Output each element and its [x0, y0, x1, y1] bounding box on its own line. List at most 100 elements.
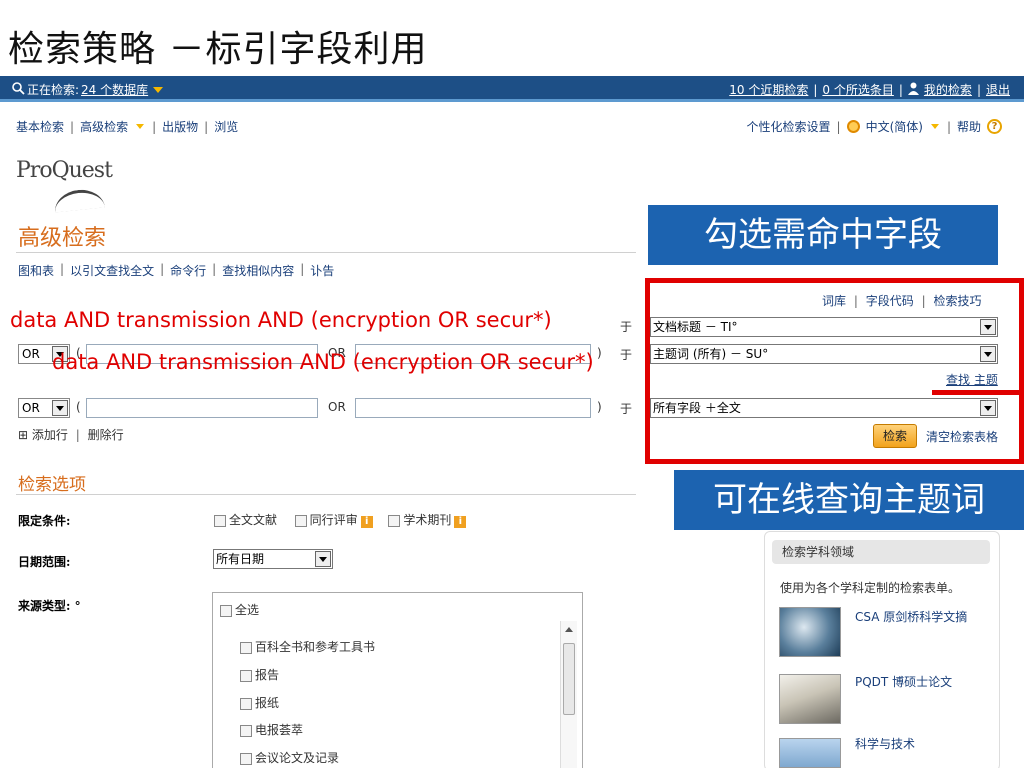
- separator: |: [152, 119, 157, 134]
- subnav-obituaries[interactable]: 讣告: [310, 262, 334, 279]
- checkbox-label: 同行评审: [309, 513, 358, 527]
- checkbox[interactable]: [240, 641, 252, 654]
- language-select[interactable]: 中文(简体): [866, 118, 923, 135]
- help-icon[interactable]: ?: [987, 119, 1002, 134]
- checkbox-scholarly[interactable]: [388, 514, 401, 527]
- date-label: 日期范围:: [18, 555, 71, 569]
- scroll-thumb[interactable]: [563, 643, 575, 715]
- my-search-link[interactable]: 我的检索: [924, 81, 972, 98]
- checkbox-label: 全选: [235, 603, 260, 617]
- database-count-link[interactable]: 24 个数据库: [81, 81, 148, 98]
- page-title: 高级检索: [18, 226, 107, 251]
- help-link[interactable]: 帮助: [957, 118, 981, 135]
- checkbox-peer-reviewed[interactable]: [294, 514, 307, 527]
- nav-basic-search[interactable]: 基本检索: [16, 118, 64, 135]
- query-annotation-1: data AND transmission AND (encryption OR…: [10, 308, 552, 332]
- separator: |: [70, 119, 75, 134]
- close-paren: ): [597, 400, 602, 414]
- subject-area-header: 检索学科领域: [772, 540, 990, 564]
- in-label: 于: [620, 320, 633, 334]
- sub-nav: 图和表 | 以引文查找全文 | 命令行 | 查找相似内容 | 讣告: [18, 262, 334, 279]
- science-thumbnail[interactable]: [779, 738, 841, 768]
- utility-nav: 个性化检索设置 | 中文(简体) | 帮助 ?: [747, 118, 1002, 135]
- search-input-3b[interactable]: [355, 398, 591, 418]
- in-label: 于: [620, 402, 633, 416]
- logo-swoosh: [53, 187, 105, 213]
- subject-link-csa[interactable]: CSA 原剑桥科学文摘: [855, 608, 967, 625]
- proquest-logo: ProQuest: [16, 158, 113, 183]
- chevron-down-icon[interactable]: [153, 86, 164, 93]
- highlight-line: [932, 390, 1024, 395]
- checkbox-label: 会议论文及记录: [255, 751, 340, 765]
- query-annotation-2: data AND transmission AND (encryption OR…: [52, 350, 594, 374]
- user-icon: [907, 82, 919, 98]
- subject-link-pqdt[interactable]: PQDT 博硕士论文: [855, 673, 952, 690]
- highlight-box: [645, 278, 1024, 464]
- plus-icon[interactable]: ⊞: [18, 428, 28, 442]
- checkbox-label: 报纸: [255, 696, 280, 710]
- checkbox[interactable]: [240, 697, 252, 710]
- scroll-up-icon[interactable]: [565, 627, 573, 632]
- search-icon: [12, 81, 25, 98]
- checkbox[interactable]: [240, 724, 252, 737]
- subnav-similar[interactable]: 查找相似内容: [222, 262, 294, 279]
- checkbox-label: 全文文献: [229, 513, 278, 527]
- separator: |: [813, 82, 818, 97]
- source-option[interactable]: 电报荟萃: [240, 721, 303, 738]
- nav-publications[interactable]: 出版物: [162, 118, 198, 135]
- checkbox-fulltext[interactable]: [214, 514, 226, 527]
- checkbox[interactable]: [240, 669, 252, 682]
- subnav-figures[interactable]: 图和表: [18, 262, 54, 279]
- date-range-select[interactable]: 所有日期: [213, 549, 333, 569]
- limit-options: 全文文献 同行评审 i 学术期刊 i: [214, 511, 467, 528]
- checkbox[interactable]: [240, 752, 252, 765]
- chevron-down-icon[interactable]: [930, 124, 939, 129]
- source-option[interactable]: 会议论文及记录: [240, 749, 339, 766]
- source-option[interactable]: 报告: [240, 666, 279, 683]
- info-icon[interactable]: i: [454, 516, 467, 528]
- subject-link-science[interactable]: 科学与技术: [855, 735, 915, 752]
- nav-browse[interactable]: 浏览: [214, 118, 238, 135]
- add-row-link[interactable]: 添加行: [32, 428, 68, 442]
- boolean-value: OR: [22, 401, 40, 415]
- pqdt-thumbnail[interactable]: [779, 674, 841, 724]
- source-option[interactable]: 百科全书和参考工具书: [240, 638, 375, 655]
- preferences-link[interactable]: 个性化检索设置: [747, 118, 831, 135]
- separator: |: [204, 119, 209, 134]
- separator: |: [300, 262, 305, 276]
- delete-row-link[interactable]: 删除行: [88, 428, 124, 442]
- main-nav: 基本检索 | 高级检索 | 出版物 | 浏览: [16, 118, 238, 135]
- row-tools: ⊞ 添加行 | 删除行: [18, 426, 124, 443]
- csa-thumbnail[interactable]: [779, 607, 841, 657]
- recent-searches-link[interactable]: 10 个近期检索: [729, 81, 808, 98]
- limit-label: 限定条件:: [18, 514, 71, 528]
- separator: |: [898, 82, 903, 97]
- in-label: 于: [620, 348, 633, 362]
- slide-title: 检索策略 －标引字段利用: [8, 29, 428, 70]
- nav-advanced-search[interactable]: 高级检索: [80, 118, 128, 135]
- source-type-label: 来源类型: °: [18, 599, 81, 613]
- selected-items-link[interactable]: 0 个所选条目: [822, 81, 893, 98]
- separator: |: [75, 428, 80, 442]
- subnav-command-line[interactable]: 命令行: [170, 262, 206, 279]
- chevron-down-icon[interactable]: [52, 400, 68, 416]
- close-paren: ): [597, 346, 602, 360]
- logout-link[interactable]: 退出: [986, 81, 1010, 98]
- chevron-down-icon[interactable]: [315, 551, 331, 567]
- callout-online-subjects: 可在线查询主题词: [674, 470, 1024, 530]
- select-all-option[interactable]: 全选: [220, 601, 259, 618]
- options-title: 检索选项: [18, 475, 86, 495]
- boolean-value: OR: [22, 347, 40, 361]
- subnav-citation[interactable]: 以引文查找全文: [70, 262, 154, 279]
- open-paren: (: [76, 400, 81, 414]
- checkbox-select-all[interactable]: [220, 604, 232, 617]
- boolean-select[interactable]: OR: [18, 398, 70, 418]
- chevron-down-icon[interactable]: [136, 124, 145, 129]
- separator: |: [976, 82, 981, 97]
- info-icon[interactable]: i: [360, 516, 373, 528]
- source-option[interactable]: 报纸: [240, 694, 279, 711]
- scrollbar[interactable]: [560, 621, 577, 768]
- search-input-3a[interactable]: [86, 398, 318, 418]
- divider: [16, 252, 636, 253]
- separator: |: [946, 119, 951, 134]
